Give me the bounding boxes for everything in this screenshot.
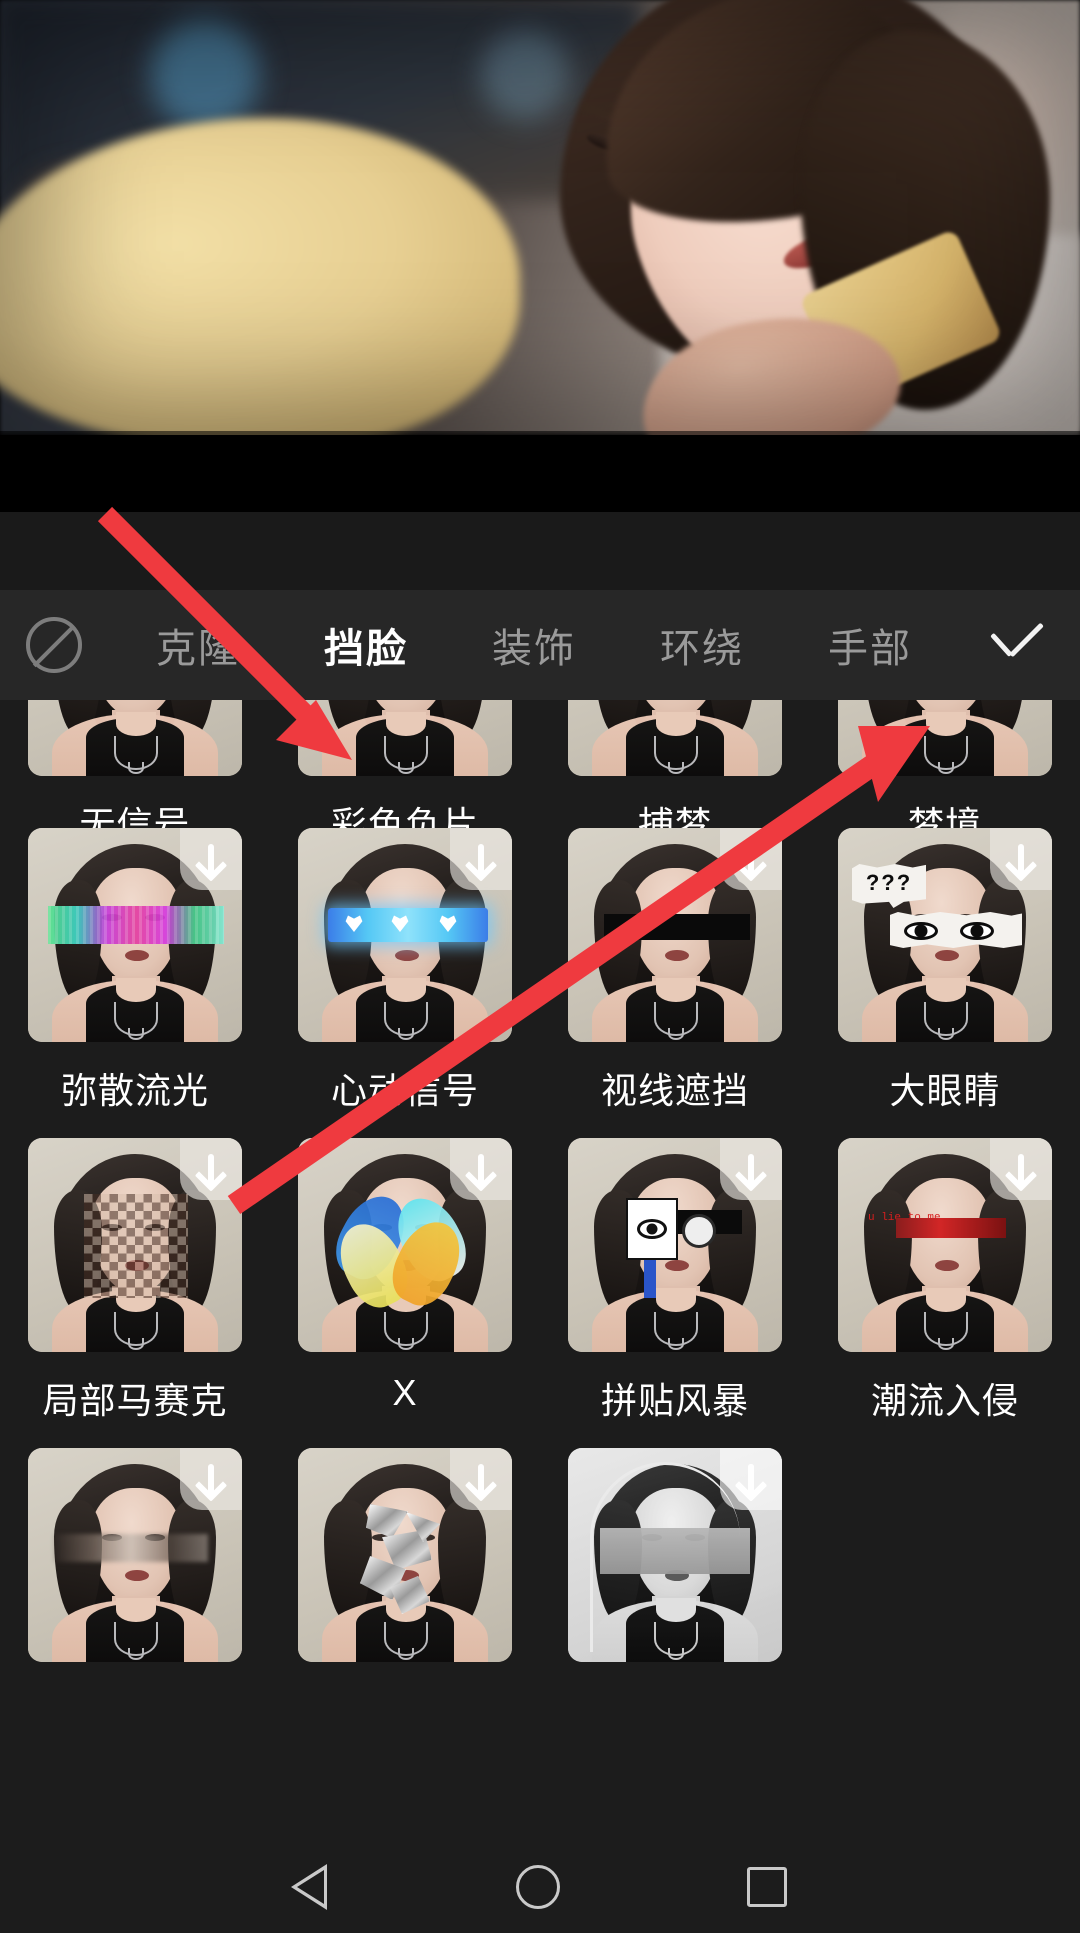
download-arrow-icon bbox=[478, 1464, 484, 1494]
effect-item-x[interactable]: X bbox=[270, 1138, 540, 1424]
effect-thumbnail[interactable] bbox=[28, 828, 242, 1042]
effect-overlay-black-bar bbox=[604, 914, 750, 940]
effect-overlay-smear bbox=[54, 1534, 208, 1562]
letterbox-bar bbox=[0, 435, 1080, 512]
effect-item-shards[interactable] bbox=[270, 1448, 540, 1682]
download-arrow-icon bbox=[748, 1154, 754, 1184]
ban-icon bbox=[26, 617, 82, 673]
download-badge[interactable] bbox=[450, 1448, 512, 1510]
category-tabbar: 克隆 挡脸 装饰 环绕 手部 bbox=[0, 590, 1080, 700]
effect-label: X bbox=[392, 1372, 418, 1413]
effects-row: 无信号 彩色负片 捕梦 梦境 bbox=[0, 700, 1080, 848]
download-arrow-icon bbox=[748, 1464, 754, 1494]
effect-thumbnail[interactable] bbox=[568, 828, 782, 1042]
effect-item-caisefupian[interactable]: 彩色负片 bbox=[270, 700, 540, 848]
screen-root: 克隆 挡脸 装饰 环绕 手部 无信号 彩色负片 捕梦 梦境 弥散流光 心动信号 … bbox=[0, 0, 1080, 1933]
effect-thumbnail[interactable] bbox=[298, 1138, 512, 1352]
effect-item-smear[interactable] bbox=[0, 1448, 270, 1682]
download-badge[interactable] bbox=[720, 1138, 782, 1200]
check-icon bbox=[989, 628, 1051, 662]
no-effect-button[interactable] bbox=[0, 617, 108, 673]
effect-thumbnail[interactable] bbox=[568, 700, 782, 776]
effect-item-chaoliuruqin[interactable]: u lie to me 潮流入侵 bbox=[810, 1138, 1080, 1424]
effect-overlay-neon-hearts bbox=[328, 908, 488, 942]
effects-row bbox=[0, 1448, 1080, 1682]
effect-item-pintiefengbao[interactable]: 拼贴风暴 bbox=[540, 1138, 810, 1424]
effect-label: 大眼睛 bbox=[889, 1070, 1001, 1111]
effect-overlay-shards bbox=[360, 1500, 452, 1618]
download-arrow-icon bbox=[1018, 844, 1024, 874]
effects-row: 局部马赛克 X 拼贴风暴 u lie 潮流入侵 bbox=[0, 1138, 1080, 1424]
tab-huanrao[interactable]: 环绕 bbox=[660, 616, 744, 674]
effect-overlay-mosaic bbox=[84, 1194, 188, 1298]
effect-thumbnail[interactable] bbox=[568, 1138, 782, 1352]
effects-grid[interactable]: 无信号 彩色负片 捕梦 梦境 弥散流光 心动信号 视线遮挡 ??? 大眼睛 局部… bbox=[0, 700, 1080, 1933]
effect-thumbnail[interactable] bbox=[838, 700, 1052, 776]
effect-item-bumeng[interactable]: 捕梦 bbox=[540, 700, 810, 848]
tab-shoubu[interactable]: 手部 bbox=[828, 616, 912, 674]
effect-item-mengjing[interactable]: 梦境 bbox=[810, 700, 1080, 848]
effect-item-dayanjing[interactable]: ??? 大眼睛 bbox=[810, 828, 1080, 1114]
android-navigation-bar bbox=[0, 1840, 1080, 1933]
video-preview[interactable] bbox=[0, 0, 1080, 435]
effect-label: 视线遮挡 bbox=[600, 1070, 749, 1111]
effects-row: 弥散流光 心动信号 视线遮挡 ??? 大眼睛 bbox=[0, 828, 1080, 1114]
effect-thumbnail[interactable]: u lie to me bbox=[838, 1138, 1052, 1352]
tab-zhuangshi[interactable]: 装饰 bbox=[492, 616, 576, 674]
effect-label: 拼贴风暴 bbox=[600, 1380, 749, 1421]
effect-overlay-gray-bar bbox=[600, 1528, 750, 1574]
effect-thumbnail[interactable] bbox=[568, 1448, 782, 1662]
effect-item-shixianzhedang[interactable]: 视线遮挡 bbox=[540, 828, 810, 1114]
download-arrow-icon bbox=[748, 844, 754, 874]
download-arrow-icon bbox=[208, 1464, 214, 1494]
effect-thumbnail[interactable] bbox=[298, 828, 512, 1042]
preview-vignette bbox=[0, 0, 1080, 435]
effect-thumbnail[interactable] bbox=[298, 700, 512, 776]
effect-item-misanliuguang[interactable]: 弥散流光 bbox=[0, 828, 270, 1114]
effect-thumbnail[interactable] bbox=[298, 1448, 512, 1662]
effect-overlay-color-ribbons bbox=[325, 1185, 477, 1317]
effect-thumbnail[interactable] bbox=[28, 700, 242, 776]
download-badge[interactable] bbox=[180, 1138, 242, 1200]
tab-danglian[interactable]: 挡脸 bbox=[324, 616, 408, 674]
effect-label: 潮流入侵 bbox=[870, 1380, 1019, 1421]
effect-overlay-red-text: u lie to me bbox=[868, 1212, 1026, 1252]
effect-item-xindongxinhao[interactable]: 心动信号 bbox=[270, 828, 540, 1114]
effect-item-empty bbox=[810, 1448, 1080, 1682]
download-arrow-icon bbox=[1018, 1154, 1024, 1184]
download-badge[interactable] bbox=[990, 1138, 1052, 1200]
download-badge[interactable] bbox=[990, 828, 1052, 890]
effect-overlay-cartoon-eyes bbox=[890, 912, 1022, 948]
download-badge[interactable] bbox=[180, 828, 242, 890]
download-badge[interactable] bbox=[450, 828, 512, 890]
effect-thumbnail[interactable] bbox=[28, 1448, 242, 1662]
effect-item-wuxinhao[interactable]: 无信号 bbox=[0, 700, 270, 848]
effect-overlay-collage bbox=[620, 1198, 746, 1298]
effect-thumbnail[interactable] bbox=[28, 1138, 242, 1352]
download-badge[interactable] bbox=[720, 1448, 782, 1510]
download-arrow-icon bbox=[478, 844, 484, 874]
confirm-button[interactable] bbox=[960, 628, 1080, 662]
effect-item-jubumasaike[interactable]: 局部马赛克 bbox=[0, 1138, 270, 1424]
effect-thumbnail[interactable]: ??? bbox=[838, 828, 1052, 1042]
effect-label: 弥散流光 bbox=[60, 1070, 209, 1111]
panel-spacer bbox=[0, 512, 1080, 590]
back-triangle-icon[interactable] bbox=[291, 1863, 329, 1910]
effect-label: 心动信号 bbox=[330, 1070, 479, 1111]
tab-kelong[interactable]: 克隆 bbox=[156, 616, 240, 674]
download-badge[interactable] bbox=[180, 1448, 242, 1510]
effect-label: 局部马赛克 bbox=[42, 1380, 228, 1421]
tab-list: 克隆 挡脸 装饰 环绕 手部 bbox=[108, 616, 960, 674]
recents-square-icon[interactable] bbox=[746, 1866, 787, 1907]
download-badge[interactable] bbox=[450, 1138, 512, 1200]
download-badge[interactable] bbox=[720, 828, 782, 890]
download-arrow-icon bbox=[478, 1154, 484, 1184]
effect-item-graybar[interactable] bbox=[540, 1448, 810, 1682]
effect-overlay-rainbow-band bbox=[48, 906, 224, 944]
download-arrow-icon bbox=[208, 1154, 214, 1184]
effects-panel: 克隆 挡脸 装饰 环绕 手部 无信号 彩色负片 捕梦 梦境 弥散流光 心动信号 … bbox=[0, 512, 1080, 1933]
download-arrow-icon bbox=[208, 844, 214, 874]
home-circle-icon[interactable] bbox=[515, 1864, 560, 1909]
